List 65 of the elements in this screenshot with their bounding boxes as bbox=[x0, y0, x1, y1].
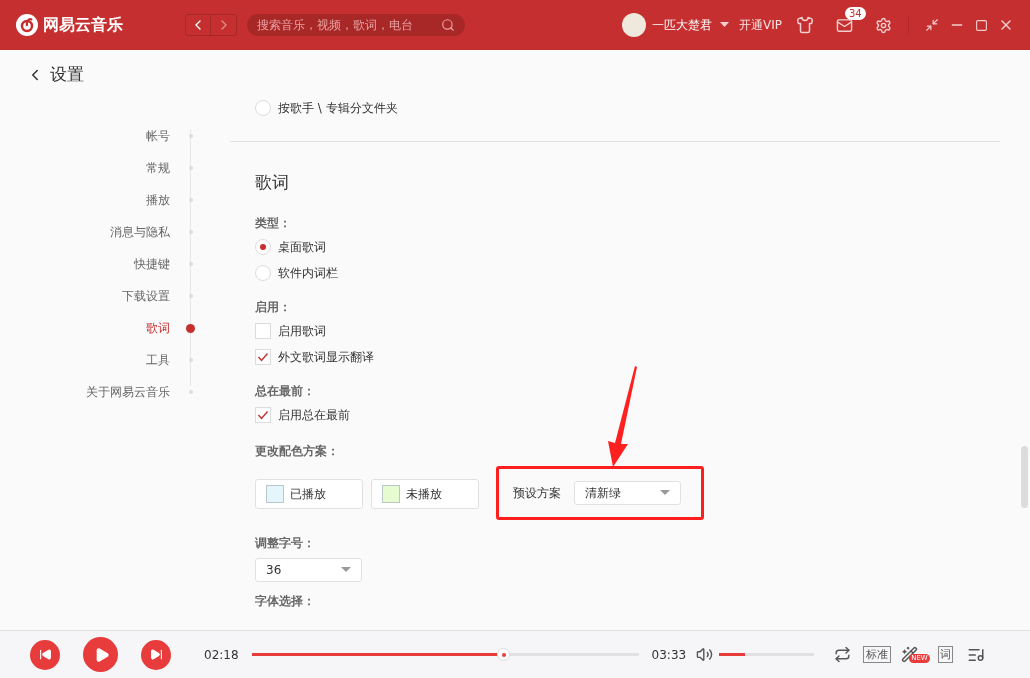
maximize-icon[interactable] bbox=[975, 18, 988, 32]
group-title: 启用： bbox=[255, 298, 292, 316]
app-name: 网易云音乐 bbox=[43, 14, 123, 36]
sidebar-item[interactable]: 播放 bbox=[146, 191, 170, 209]
mini-mode-icon[interactable] bbox=[925, 18, 939, 32]
preset-dropdown[interactable]: 清新绿 bbox=[574, 480, 681, 505]
repeat-icon[interactable] bbox=[834, 646, 852, 663]
volume-icon[interactable] bbox=[696, 646, 714, 663]
sidebar-item[interactable]: 常规 bbox=[146, 159, 170, 177]
dropdown-icon[interactable] bbox=[720, 22, 729, 28]
sidebar-item[interactable]: 下载设置 bbox=[122, 287, 170, 305]
sidebar-item[interactable]: 帐号 bbox=[146, 127, 170, 145]
sidebar-item[interactable]: 关于网易云音乐 bbox=[86, 383, 170, 401]
radio-button[interactable] bbox=[255, 238, 271, 255]
radio-button[interactable] bbox=[255, 264, 271, 281]
option-label: 按歌手 \ 专辑分文件夹 bbox=[278, 100, 398, 117]
lyrics-button[interactable]: 词 bbox=[938, 646, 954, 663]
group-title: 类型： bbox=[255, 214, 292, 232]
mail-icon[interactable] bbox=[836, 16, 853, 34]
vip-link[interactable]: 开通VIP bbox=[739, 16, 782, 34]
color-button[interactable]: 未播放 bbox=[371, 478, 479, 509]
sidebar-item[interactable]: 快捷键 bbox=[134, 255, 170, 273]
total-time: 03:33 bbox=[651, 646, 687, 664]
option-label: 软件内词栏 bbox=[278, 264, 338, 282]
progress-track[interactable] bbox=[251, 648, 639, 661]
progress-thumb[interactable] bbox=[497, 648, 511, 661]
search-icon[interactable] bbox=[441, 18, 455, 32]
preset-label: 预设方案 bbox=[513, 484, 561, 502]
scrollbar[interactable] bbox=[1021, 446, 1028, 508]
previous-button[interactable] bbox=[30, 639, 60, 670]
skip-back-icon bbox=[38, 648, 52, 661]
group-title: 更改配色方案： bbox=[255, 442, 340, 460]
search-field[interactable]: 搜索音乐，视频，歌词，电台 bbox=[247, 14, 465, 36]
section-title: 歌词 bbox=[255, 171, 290, 194]
option-label: 启用总在最前 bbox=[278, 406, 350, 424]
quality-button[interactable]: 标准 bbox=[863, 646, 892, 663]
option-label: 外文歌词显示翻译 bbox=[278, 348, 374, 366]
volume-track[interactable] bbox=[719, 653, 815, 656]
caret-icon bbox=[660, 490, 670, 495]
play-button[interactable] bbox=[83, 637, 118, 672]
message-count: 34 bbox=[845, 6, 866, 20]
option-label: 启用歌词 bbox=[278, 322, 326, 340]
group-title: 字体选择： bbox=[255, 592, 316, 610]
page-title: 设置 bbox=[50, 63, 84, 87]
option-label: 桌面歌词 bbox=[278, 238, 326, 256]
caret-icon bbox=[341, 567, 351, 572]
logo-icon bbox=[16, 14, 38, 36]
color-button[interactable]: 已播放 bbox=[255, 478, 363, 509]
sidebar-item[interactable]: 歌词 bbox=[146, 319, 170, 337]
elapsed-time: 02:18 bbox=[204, 646, 239, 664]
avatar[interactable] bbox=[622, 13, 646, 37]
radio-button[interactable] bbox=[255, 100, 271, 116]
sidebar-item[interactable]: 消息与隐私 bbox=[110, 223, 170, 241]
checkbox[interactable] bbox=[255, 406, 271, 423]
settings-icon[interactable] bbox=[875, 16, 892, 34]
sidebar-item[interactable]: 工具 bbox=[146, 351, 170, 369]
group-title: 总在最前： bbox=[255, 382, 316, 400]
group-title: 调整字号： bbox=[255, 534, 316, 552]
user-name[interactable]: 一匹大楚君 bbox=[652, 16, 712, 34]
next-button[interactable] bbox=[141, 639, 171, 670]
checkbox[interactable] bbox=[255, 322, 271, 339]
shirt-icon[interactable] bbox=[796, 16, 814, 34]
skip-forward-icon bbox=[149, 648, 163, 661]
font-size-dropdown[interactable]: 36 bbox=[255, 557, 362, 582]
checkbox[interactable] bbox=[255, 348, 271, 365]
